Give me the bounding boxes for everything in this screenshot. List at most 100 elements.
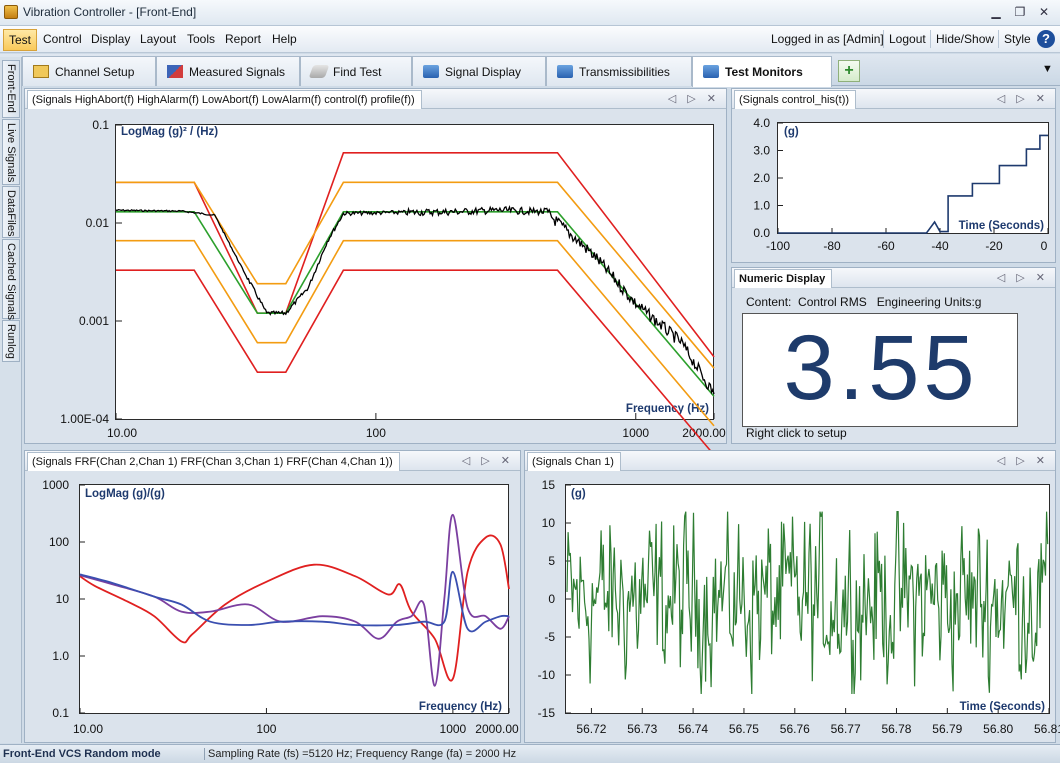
menu-control[interactable]: Control (43, 32, 82, 46)
logout-button[interactable]: Logout (889, 32, 926, 46)
y-tick-label: -10 (538, 668, 556, 682)
numeric-footer: Right click to setup (746, 426, 847, 440)
dock-tab-label: DataFiles (5, 190, 17, 237)
dock-tab-datafiles[interactable]: DataFiles (2, 186, 20, 238)
y-tick-label: 0.001 (79, 314, 109, 328)
x-axis-label: Time (Seconds) (960, 701, 1046, 713)
style-button[interactable]: Style (1004, 32, 1031, 46)
tab-measured-signals[interactable]: Measured Signals (156, 56, 300, 86)
menu-display[interactable]: Display (91, 32, 130, 46)
tab-label: Channel Setup (55, 65, 135, 79)
tab-label: Transmissibilities (579, 65, 670, 79)
menu-layout[interactable]: Layout (140, 32, 176, 46)
close-button[interactable]: ✕ (1034, 4, 1054, 20)
panel-controls[interactable]: ◁ ▷ ✕ (997, 271, 1049, 284)
control-history-chart: 4.0 3.0 2.0 1.0 0.0-100 -80 -60 -40 -20 0 (g) Time … (753, 116, 1049, 253)
menu-report[interactable]: Report (225, 32, 261, 46)
x-tick-label: 2000.00 (475, 722, 519, 736)
y-tick-label: 1.0 (52, 649, 69, 663)
y-tick-label: 2.0 (753, 171, 770, 185)
tab-label: Measured Signals (189, 65, 286, 79)
minimize-button[interactable]: ▁ (986, 4, 1006, 20)
restore-button[interactable]: ❐ (1010, 4, 1030, 20)
tab-overflow-button[interactable]: ▼ (1042, 63, 1053, 75)
channel-setup-icon (33, 65, 49, 78)
menu-help[interactable]: Help (272, 32, 297, 46)
chan1-chart: 15 10 5 0 -5 -10 -15 56.72 56.73 56.74 56.75 56.76 5… (538, 478, 1060, 736)
y-tick-label: 100 (49, 535, 69, 549)
x-tick-label: -80 (823, 239, 841, 253)
dock-tab-live-signals[interactable]: Live Signals (2, 119, 20, 185)
tab-label: Signal Display (445, 65, 522, 79)
limit-line (116, 239, 715, 427)
frf-chart: 1000 100 10 1.0 0.1 10.00 100 1000 2000.00 LogMag… (42, 478, 519, 736)
numeric-content-label: Content: Control RMS Engineering Units:g (746, 295, 982, 309)
y-tick-label: 1.0 (753, 199, 770, 213)
panel-header: Numeric Display ◁ ▷ ✕ (732, 268, 1055, 288)
menu-separator (883, 30, 884, 48)
dock-tab-front-end[interactable]: Front-End (2, 60, 20, 118)
status-mode: Front-End VCS Random mode (3, 748, 161, 760)
window-title: Vibration Controller - [Front-End] (23, 5, 197, 19)
y-axis-label: LogMag (g)/(g) (85, 488, 165, 500)
frf-panel: (Signals FRF(Chan 2,Chan 1) FRF(Chan 3,C… (24, 450, 521, 743)
y-axis-label: LogMag (g)² / (Hz) (121, 126, 218, 138)
find-test-icon (308, 65, 330, 78)
x-tick-label: 56.78 (881, 722, 911, 736)
limit-line (116, 151, 715, 358)
tab-channel-setup[interactable]: Channel Setup (22, 56, 156, 86)
help-icon[interactable]: ? (1037, 30, 1055, 48)
status-bar: Front-End VCS Random mode Sampling Rate … (0, 744, 1060, 763)
x-tick-label: 56.76 (780, 722, 810, 736)
test-monitors-icon (703, 65, 719, 78)
dock-tab-cached-signals[interactable]: Cached Signals (2, 239, 20, 321)
add-tab-button[interactable]: + (838, 60, 860, 82)
y-tick-label: 0 (548, 592, 555, 606)
y-axis-label: (g) (571, 488, 586, 500)
chan1-signal-trace (566, 510, 1049, 695)
tab-test-monitors[interactable]: Test Monitors (692, 56, 832, 87)
y-tick-label: 4.0 (753, 116, 770, 130)
hide-show-button[interactable]: Hide/Show (936, 32, 994, 46)
x-tick-label: -100 (766, 239, 790, 253)
tab-strip: Channel Setup Measured Signals Find Test… (0, 54, 1060, 87)
numeric-display-panel: Numeric Display ◁ ▷ ✕ Content: Control R… (731, 267, 1056, 444)
x-tick-label: -20 (985, 239, 1003, 253)
tab-signal-display[interactable]: Signal Display (412, 56, 546, 86)
numeric-value-box[interactable]: 3.55 (742, 313, 1018, 427)
dock-tab-label: Runlog (5, 324, 17, 359)
y-tick-label: 15 (542, 478, 556, 492)
x-tick-label: 56.77 (831, 722, 861, 736)
menu-separator (998, 30, 999, 48)
x-tick-label: 10.00 (107, 426, 137, 440)
left-dock: Front-End Live Signals DataFiles Cached … (0, 57, 22, 743)
control-history-panel: (Signals control_his(t)) ◁ ▷ ✕ 4.0 3.0 2.0… (731, 88, 1056, 263)
app-icon (4, 5, 18, 19)
x-tick-label: 56.72 (576, 722, 606, 736)
panel-title[interactable]: Numeric Display (734, 269, 833, 288)
y-tick-label: 0.01 (86, 216, 110, 230)
tab-transmissibilities[interactable]: Transmissibilities (546, 56, 692, 86)
dock-tab-runlog[interactable]: Runlog (2, 320, 20, 362)
signal-display-icon (423, 65, 439, 78)
y-tick-label: 1000 (42, 478, 69, 492)
x-tick-label: 100 (256, 722, 276, 736)
x-axis-label: Frequency (Hz) (419, 701, 502, 713)
x-tick-label: 10.00 (73, 722, 103, 736)
y-tick-label: 0.1 (92, 118, 109, 132)
dock-tab-label: Live Signals (5, 123, 17, 183)
y-tick-label: 0.1 (52, 706, 69, 720)
y-tick-label: 10 (542, 516, 556, 530)
measured-signals-icon (167, 65, 183, 78)
frf-trace (79, 534, 510, 682)
profile-chart: 0.1 0.01 0.001 1.00E-0410.00 100 1000 2000.00 L… (60, 118, 726, 456)
tab-find-test[interactable]: Find Test (300, 56, 412, 86)
y-tick-label: -5 (544, 630, 555, 644)
x-tick-label: -40 (931, 239, 949, 253)
x-tick-label: 56.80 (983, 722, 1013, 736)
menu-test[interactable]: Test (3, 29, 38, 51)
chan1-panel: (Signals Chan 1) ◁ ▷ ✕ 15 10 5 0 -5 -10 -15 56.… (524, 450, 1060, 743)
dock-tab-label: Cached Signals (5, 243, 17, 321)
menu-tools[interactable]: Tools (187, 32, 215, 46)
x-axis-label: Time (Seconds) (959, 220, 1045, 232)
